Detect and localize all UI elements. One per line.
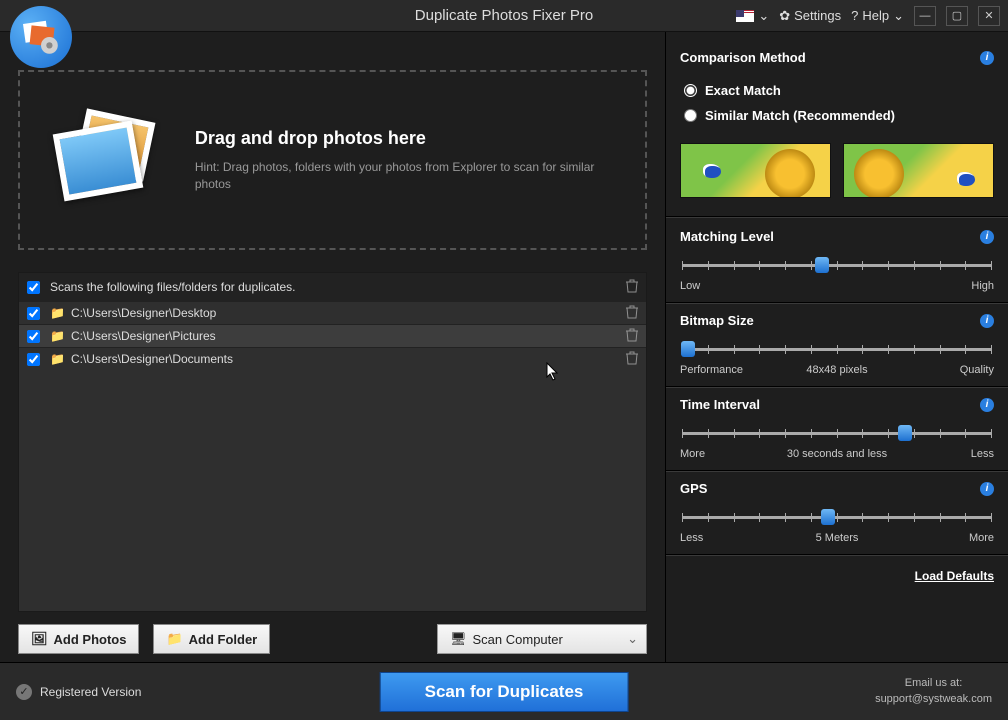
registered-status: ✓ Registered Version xyxy=(16,684,141,700)
bitmap-slider[interactable] xyxy=(682,340,992,358)
settings-link[interactable]: ✿ Settings xyxy=(779,8,841,24)
gear-icon: ✿ xyxy=(779,8,790,24)
folder-list-header: Scans the following files/folders for du… xyxy=(19,273,646,301)
folder-row[interactable]: 📁 C:\Users\Designer\Desktop xyxy=(19,301,646,324)
folder-path: C:\Users\Designer\Documents xyxy=(71,352,233,366)
slider-low-label: Low xyxy=(680,280,700,292)
slider-high-label: More xyxy=(969,532,994,544)
slider-high-label: Less xyxy=(971,448,994,460)
info-icon[interactable]: i xyxy=(980,482,994,496)
delete-all-icon[interactable] xyxy=(626,279,638,296)
preview-thumbnails xyxy=(680,141,994,210)
slider-high-label: High xyxy=(971,280,994,292)
photos-icon: 🖼 xyxy=(31,631,48,647)
slider-low-label: Less xyxy=(680,532,703,544)
folder-list: Scans the following files/folders for du… xyxy=(18,272,647,612)
chevron-down-icon: ⌄ xyxy=(893,8,904,24)
help-icon: ? xyxy=(851,8,858,23)
matching-slider[interactable] xyxy=(682,256,992,274)
folder-icon: 📁 xyxy=(50,329,65,343)
info-icon[interactable]: i xyxy=(980,398,994,412)
titlebar: Duplicate Photos Fixer Pro ⌄ ✿ Settings … xyxy=(0,0,1008,32)
footer: ✓ Registered Version Scan for Duplicates… xyxy=(0,662,1008,720)
close-button[interactable]: ✕ xyxy=(978,6,1000,26)
bitmap-title: Bitmap Sizei xyxy=(680,313,994,328)
delete-row-icon[interactable] xyxy=(626,351,638,368)
folder-icon: 📁 xyxy=(50,352,65,366)
similar-match-radio[interactable]: Similar Match (Recommended) xyxy=(684,108,990,123)
app-title: Duplicate Photos Fixer Pro xyxy=(415,7,593,24)
support-info: Email us at: support@systweak.com xyxy=(875,676,992,707)
photo-stack-icon xyxy=(50,105,165,215)
slider-thumb[interactable] xyxy=(821,509,835,525)
minimize-button[interactable]: — xyxy=(914,6,936,26)
time-slider[interactable] xyxy=(682,424,992,442)
preview-image-1 xyxy=(680,143,831,198)
check-circle-icon: ✓ xyxy=(16,684,32,700)
scan-computer-dropdown[interactable]: 🖥 Scan Computer xyxy=(437,624,647,654)
add-folder-button[interactable]: 📁 Add Folder xyxy=(153,624,270,654)
slider-low-label: More xyxy=(680,448,705,460)
folder-icon: 📁 xyxy=(50,306,65,320)
slider-center-label: 48x48 pixels xyxy=(806,364,867,376)
slider-thumb[interactable] xyxy=(681,341,695,357)
delete-row-icon[interactable] xyxy=(626,305,638,322)
comparison-method-title: Comparison Method i xyxy=(680,50,994,65)
delete-row-icon[interactable] xyxy=(626,328,638,345)
info-icon[interactable]: i xyxy=(980,51,994,65)
language-selector[interactable]: ⌄ xyxy=(736,8,769,24)
folder-row[interactable]: 📁 C:\Users\Designer\Pictures xyxy=(19,324,646,347)
preview-image-2 xyxy=(843,143,994,198)
info-icon[interactable]: i xyxy=(980,230,994,244)
chevron-down-icon: ⌄ xyxy=(758,8,769,24)
slider-center-label: 5 Meters xyxy=(816,532,859,544)
gps-title: GPSi xyxy=(680,481,994,496)
add-photos-button[interactable]: 🖼 Add Photos xyxy=(18,624,139,654)
flag-us-icon xyxy=(736,10,754,22)
slider-low-label: Performance xyxy=(680,364,743,376)
matching-title: Matching Leveli xyxy=(680,229,994,244)
support-email[interactable]: support@systweak.com xyxy=(875,692,992,707)
slider-center-label: 30 seconds and less xyxy=(787,448,887,460)
gps-slider[interactable] xyxy=(682,508,992,526)
help-link[interactable]: ? Help ⌄ xyxy=(851,8,904,24)
row-checkbox[interactable] xyxy=(27,353,40,366)
row-checkbox[interactable] xyxy=(27,307,40,320)
time-title: Time Intervali xyxy=(680,397,994,412)
slider-thumb[interactable] xyxy=(898,425,912,441)
app-logo xyxy=(10,6,72,68)
folder-path: C:\Users\Designer\Desktop xyxy=(71,306,216,320)
select-all-checkbox[interactable] xyxy=(27,281,40,294)
dropzone-heading: Drag and drop photos here xyxy=(195,128,615,149)
exact-match-radio[interactable]: Exact Match xyxy=(684,83,990,98)
folder-path: C:\Users\Designer\Pictures xyxy=(71,329,216,343)
slider-high-label: Quality xyxy=(960,364,994,376)
monitor-icon: 🖥 xyxy=(450,631,467,647)
load-defaults-link[interactable]: Load Defaults xyxy=(680,565,994,587)
row-checkbox[interactable] xyxy=(27,330,40,343)
scan-for-duplicates-button[interactable]: Scan for Duplicates xyxy=(380,672,629,712)
maximize-button[interactable]: ▢ xyxy=(946,6,968,26)
folder-list-header-text: Scans the following files/folders for du… xyxy=(50,280,295,294)
dropzone-hint: Hint: Drag photos, folders with your pho… xyxy=(195,159,615,193)
folder-icon: 📁 xyxy=(166,631,182,647)
dropzone[interactable]: Drag and drop photos here Hint: Drag pho… xyxy=(18,70,647,250)
folder-row[interactable]: 📁 C:\Users\Designer\Documents xyxy=(19,347,646,370)
slider-thumb[interactable] xyxy=(815,257,829,273)
info-icon[interactable]: i xyxy=(980,314,994,328)
